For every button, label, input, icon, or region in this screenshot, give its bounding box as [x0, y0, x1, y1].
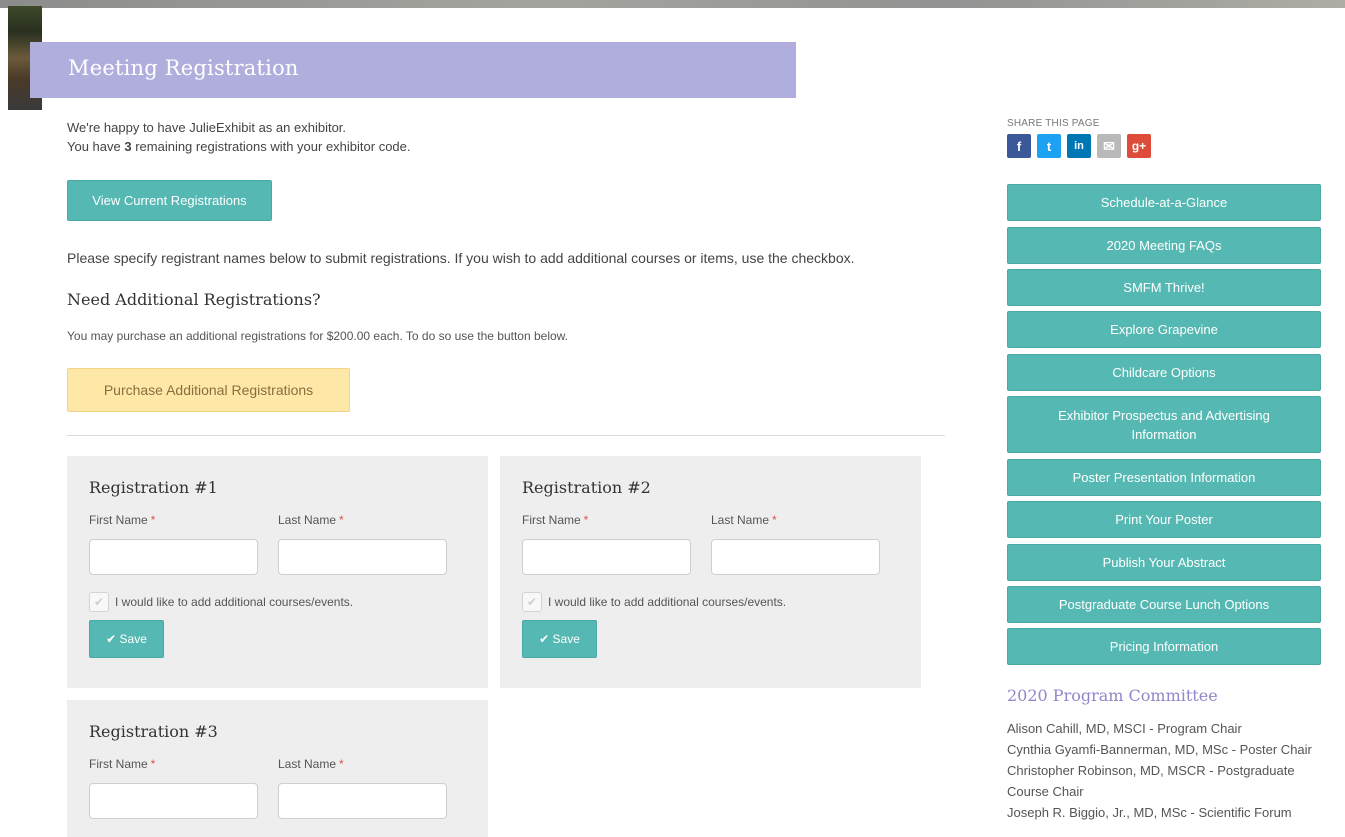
- first-name-input[interactable]: [522, 539, 691, 575]
- view-current-registrations-button[interactable]: View Current Registrations: [67, 180, 272, 221]
- email-icon[interactable]: ✉: [1097, 134, 1121, 158]
- section-divider: [67, 435, 945, 436]
- check-icon: ✔: [526, 595, 538, 609]
- top-banner-strip: [0, 0, 1345, 8]
- first-name-label: First Name *: [89, 757, 155, 771]
- main-content: We're happy to have JulieExhibit as an e…: [67, 118, 945, 436]
- page-header: Meeting Registration: [30, 42, 796, 98]
- sidebar-link-pricing[interactable]: Pricing Information: [1007, 628, 1321, 665]
- last-name-input[interactable]: [278, 539, 447, 575]
- registration-title: Registration #1: [89, 478, 218, 497]
- committee-member: Christopher Robinson, MD, MSCR - Postgra…: [1007, 763, 1295, 799]
- last-name-label-text: Last Name: [711, 513, 770, 527]
- last-name-input[interactable]: [278, 783, 447, 819]
- registration-card-1: Registration #1 First Name * Last Name * ✔…: [67, 456, 488, 688]
- facebook-glyph: f: [1016, 138, 1022, 154]
- first-name-label-text: First Name: [89, 513, 148, 527]
- linkedin-glyph: in: [1074, 140, 1084, 152]
- twitter-glyph: t: [1046, 138, 1052, 154]
- committee-title: 2020 Program Committee: [1007, 686, 1218, 705]
- first-name-label: First Name *: [89, 513, 155, 527]
- required-mark: *: [339, 757, 344, 771]
- required-mark: *: [583, 513, 589, 527]
- intro-line-1: We're happy to have JulieExhibit as an e…: [67, 120, 347, 135]
- sidebar-link-thrive[interactable]: SMFM Thrive!: [1007, 269, 1321, 306]
- additional-courses-checkbox[interactable]: ✔: [522, 592, 542, 612]
- required-mark: *: [339, 513, 344, 527]
- remaining-count: 3: [124, 139, 132, 154]
- save-button[interactable]: ✔ Save: [522, 620, 597, 658]
- additional-courses-option[interactable]: ✔ I would like to add additional courses…: [522, 592, 786, 612]
- registration-title: Registration #2: [522, 478, 651, 497]
- required-mark: *: [150, 757, 156, 771]
- linkedin-icon[interactable]: in: [1067, 134, 1091, 158]
- intro: We're happy to have JulieExhibit as an e…: [67, 118, 945, 156]
- last-name-label: Last Name *: [278, 757, 344, 771]
- last-name-label-text: Last Name: [278, 513, 337, 527]
- sidebar-link-faqs[interactable]: 2020 Meeting FAQs: [1007, 227, 1321, 264]
- sidebar-link-poster-presentation[interactable]: Poster Presentation Information: [1007, 459, 1321, 496]
- last-name-label: Last Name *: [711, 513, 777, 527]
- google-plus-icon[interactable]: g+: [1127, 134, 1151, 158]
- first-name-label: First Name *: [522, 513, 588, 527]
- sidebar-link-exhibitor-prospectus[interactable]: Exhibitor Prospectus and Advertising Inf…: [1007, 396, 1321, 453]
- sidebar-link-schedule[interactable]: Schedule-at-a-Glance: [1007, 184, 1321, 221]
- sidebar-link-print-poster[interactable]: Print Your Poster: [1007, 501, 1321, 538]
- additional-registrations-heading: Need Additional Registrations?: [67, 290, 321, 309]
- instructions-text: Please specify registrant names below to…: [67, 250, 855, 266]
- additional-courses-label: I would like to add additional courses/e…: [115, 595, 354, 609]
- share-label: SHARE THIS PAGE: [1007, 118, 1100, 129]
- registration-card-3: Registration #3 First Name * Last Name *: [67, 700, 488, 837]
- intro-line-2: You have 3 remaining registrations with …: [67, 137, 945, 156]
- share-icons: f t in ✉ g+: [1007, 134, 1151, 158]
- last-name-input[interactable]: [711, 539, 880, 575]
- sidebar-link-lunch-options[interactable]: Postgraduate Course Lunch Options: [1007, 586, 1321, 623]
- intro-line-2-post: remaining registrations with your exhibi…: [131, 139, 411, 154]
- last-name-label-text: Last Name: [278, 757, 337, 771]
- first-name-label-text: First Name: [89, 757, 148, 771]
- save-label: Save: [552, 632, 580, 646]
- committee-list: Alison Cahill, MD, MSCI - Program Chair …: [1007, 718, 1321, 823]
- save-button[interactable]: ✔ Save: [89, 620, 164, 658]
- sidebar-link-grapevine[interactable]: Explore Grapevine: [1007, 311, 1321, 348]
- first-name-label-text: First Name: [522, 513, 581, 527]
- registration-title: Registration #3: [89, 722, 218, 741]
- additional-courses-label: I would like to add additional courses/e…: [548, 595, 787, 609]
- check-icon: ✔: [93, 595, 105, 609]
- required-mark: *: [772, 513, 777, 527]
- twitter-icon[interactable]: t: [1037, 134, 1061, 158]
- sidebar-link-publish-abstract[interactable]: Publish Your Abstract: [1007, 544, 1321, 581]
- additional-courses-checkbox[interactable]: ✔: [89, 592, 109, 612]
- required-mark: *: [150, 513, 156, 527]
- purchase-note: You may purchase an additional registrat…: [67, 329, 569, 343]
- email-glyph: ✉: [1103, 137, 1115, 154]
- page-title: Meeting Registration: [68, 56, 299, 80]
- check-icon: ✔: [106, 632, 117, 646]
- intro-line-2-pre: You have: [67, 139, 125, 154]
- check-icon: ✔: [539, 632, 550, 646]
- purchase-additional-registrations-button[interactable]: Purchase Additional Registrations: [67, 368, 350, 412]
- first-name-input[interactable]: [89, 539, 258, 575]
- google-plus-glyph: g+: [1131, 139, 1147, 153]
- sidebar-link-childcare[interactable]: Childcare Options: [1007, 354, 1321, 391]
- save-label: Save: [119, 632, 147, 646]
- additional-courses-option[interactable]: ✔ I would like to add additional courses…: [89, 592, 353, 612]
- last-name-label: Last Name *: [278, 513, 344, 527]
- registration-card-2: Registration #2 First Name * Last Name * ✔…: [500, 456, 921, 688]
- first-name-input[interactable]: [89, 783, 258, 819]
- committee-member: Cynthia Gyamfi-Bannerman, MD, MSc - Post…: [1007, 742, 1312, 757]
- committee-member: Joseph R. Biggio, Jr., MD, MSc - Scienti…: [1007, 805, 1292, 820]
- facebook-icon[interactable]: f: [1007, 134, 1031, 158]
- committee-member: Alison Cahill, MD, MSCI - Program Chair: [1007, 721, 1242, 736]
